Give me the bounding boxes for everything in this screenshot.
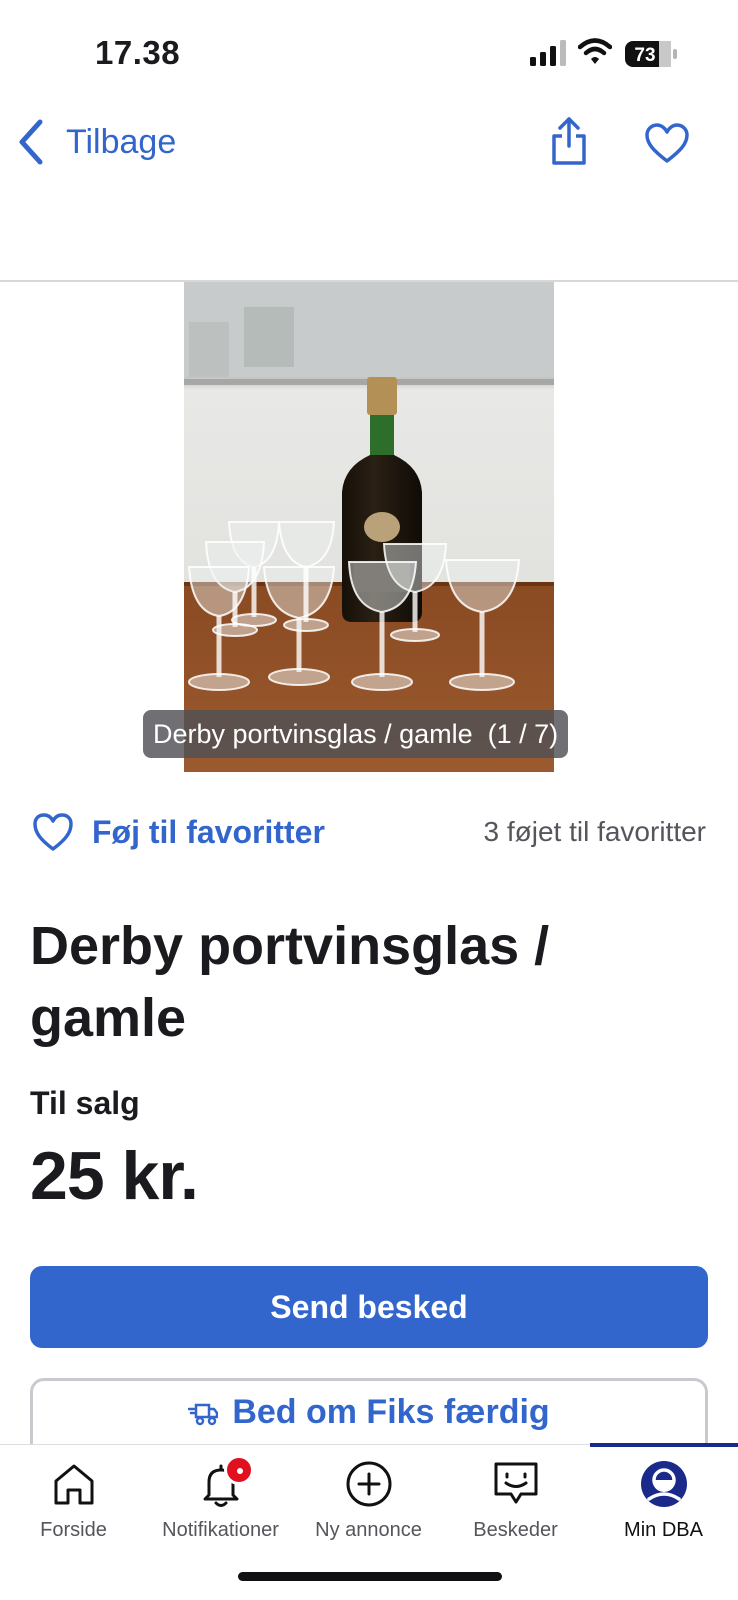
profile-icon <box>640 1461 687 1507</box>
bell-icon-wrapper <box>196 1455 254 1509</box>
status-bar: 17.38 73 <box>0 0 738 100</box>
back-label: Tilbage <box>66 122 177 161</box>
port-wine-glasses-photo <box>184 282 554 772</box>
listing-title: Derby portvinsglas / gamle <box>30 916 550 1048</box>
add-to-favorites-label: Føj til favoritter <box>92 813 325 850</box>
tab-beskeder[interactable]: Beskeder <box>442 1445 589 1555</box>
send-message-button[interactable]: Send besked <box>30 1266 708 1348</box>
tab-label: Ny annonce <box>315 1519 422 1541</box>
back-button[interactable]: Tilbage <box>16 114 176 170</box>
heart-icon[interactable] <box>644 122 690 164</box>
tab-min-dba[interactable]: Min DBA <box>590 1445 737 1555</box>
favorites-row: Føj til favoritter 3 føjet til favoritte… <box>0 808 738 858</box>
delivery-truck-icon <box>188 1403 219 1426</box>
listing-price: 25 kr. <box>30 1138 199 1214</box>
home-indicator <box>238 1572 502 1581</box>
chevron-left-icon <box>19 119 43 165</box>
cellular-signal-icon <box>530 40 566 66</box>
chat-icon <box>494 1462 537 1504</box>
plus-circle-icon <box>346 1461 391 1507</box>
listing-photo <box>184 282 554 772</box>
home-icon <box>54 1464 93 1505</box>
battery-level: 73 <box>634 45 655 66</box>
photo-gallery[interactable]: Derby portvinsglas / gamle (1 / 7) <box>0 282 738 772</box>
fiks-faerdig-label: Bed om Fiks færdig <box>232 1393 550 1431</box>
tab-label: Min DBA <box>624 1519 703 1541</box>
tab-ny-annonce[interactable]: Ny annonce <box>295 1445 442 1555</box>
wifi-icon <box>578 38 612 64</box>
battery-icon: 73 <box>625 41 677 67</box>
share-icon[interactable] <box>550 116 588 166</box>
heart-icon <box>33 813 73 851</box>
tab-forside[interactable]: Forside <box>0 1445 147 1555</box>
tab-label: Beskeder <box>473 1519 558 1541</box>
photo-caption: Derby portvinsglas / gamle (1 / 7) <box>143 710 569 758</box>
tab-label: Notifikationer <box>162 1519 279 1541</box>
sale-type-label: Til salg <box>30 1085 140 1121</box>
tab-label: Forside <box>40 1519 107 1541</box>
notification-badge <box>223 1455 254 1485</box>
status-time: 17.38 <box>95 34 181 71</box>
navigation-bar: Tilbage <box>0 100 738 190</box>
favorites-count: 3 føjet til favoritter <box>483 816 706 847</box>
tab-notifikationer[interactable]: Notifikationer <box>147 1445 294 1555</box>
add-to-favorites-button[interactable]: Føj til favoritter <box>32 808 325 856</box>
